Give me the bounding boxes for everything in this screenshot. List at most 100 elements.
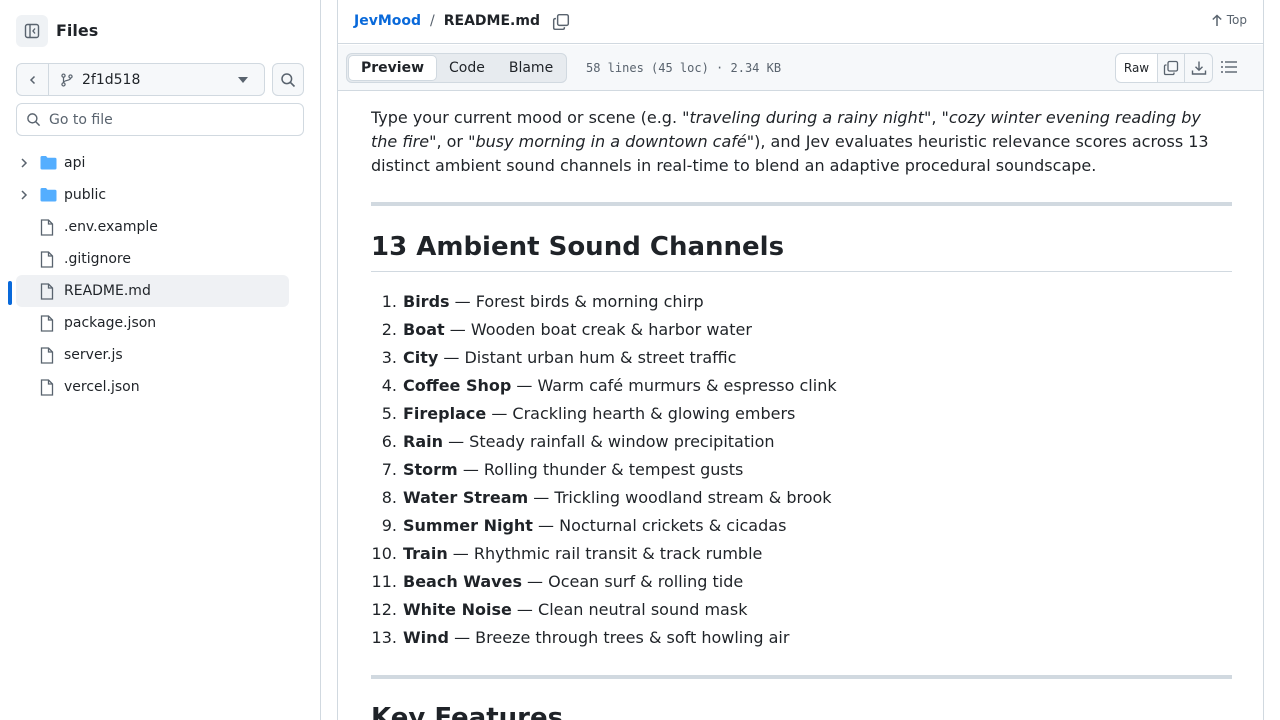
file-viewer: JevMood / README.md Top Preview Code Bla… bbox=[337, 0, 1264, 720]
channels-heading: 13 Ambient Sound Channels bbox=[371, 230, 1232, 272]
tree-item-label: .gitignore bbox=[64, 251, 131, 267]
breadcrumb-repo-link[interactable]: JevMood bbox=[354, 13, 421, 29]
back-button[interactable] bbox=[17, 64, 49, 95]
channel-item: 3. City — Distant urban hum & street traf… bbox=[371, 344, 1232, 372]
copy-raw-button[interactable] bbox=[1158, 54, 1185, 82]
top-label: Top bbox=[1226, 13, 1247, 27]
channel-number: 10. bbox=[371, 544, 397, 563]
copy-path-icon[interactable] bbox=[552, 13, 570, 31]
channel-description: — Nocturnal crickets & cicadas bbox=[532, 516, 787, 535]
chevron-right-icon[interactable] bbox=[20, 157, 28, 169]
channel-description: — Clean neutral sound mask bbox=[511, 600, 748, 619]
tree-item-package-json[interactable]: package.json bbox=[16, 307, 304, 339]
view-mode-tabs: Preview Code Blame bbox=[346, 53, 568, 83]
channel-name: Birds bbox=[403, 292, 450, 311]
channel-item: 2. Boat — Wooden boat creak & harbor wate… bbox=[371, 316, 1232, 344]
channel-item: 10. Train — Rhythmic rail transit & track… bbox=[371, 540, 1232, 568]
channel-number: 8. bbox=[381, 488, 397, 507]
channel-description: — Wooden boat creak & harbor water bbox=[444, 320, 752, 339]
tree-item-label: api bbox=[64, 155, 86, 171]
tab-preview[interactable]: Preview bbox=[348, 55, 438, 81]
channel-number: 4. bbox=[381, 376, 397, 395]
channel-description: — Forest birds & morning chirp bbox=[449, 292, 704, 311]
channel-name: Beach Waves bbox=[403, 572, 522, 591]
tab-code[interactable]: Code bbox=[437, 55, 497, 81]
tree-item-gitignore[interactable]: .gitignore bbox=[16, 243, 304, 275]
copy-icon bbox=[1163, 60, 1179, 76]
tree-item-server-js[interactable]: server.js bbox=[16, 339, 304, 371]
file-toolbar: Preview Code Blame 58 lines (45 loc) · 2… bbox=[338, 45, 1263, 91]
chevron-left-icon bbox=[29, 75, 35, 84]
channel-name: Rain bbox=[403, 432, 443, 451]
caret-down-icon bbox=[238, 77, 248, 83]
channel-list: 1. Birds — Forest birds & morning chirp 2.… bbox=[371, 288, 1232, 652]
channel-number: 13. bbox=[371, 628, 397, 647]
channel-item: 8. Water Stream — Trickling woodland stre… bbox=[371, 484, 1232, 512]
tree-item-label: server.js bbox=[64, 347, 123, 363]
breadcrumb: JevMood / README.md bbox=[354, 13, 540, 29]
tab-blame[interactable]: Blame bbox=[497, 55, 565, 81]
channel-number: 5. bbox=[381, 404, 397, 423]
collapse-sidebar-button[interactable] bbox=[16, 15, 48, 47]
readme-content: Type your current mood or scene (e.g. "t… bbox=[371, 91, 1232, 720]
channel-item: 13. Wind — Breeze through trees & soft ho… bbox=[371, 624, 1232, 652]
divider bbox=[371, 202, 1232, 206]
git-branch-icon bbox=[61, 72, 73, 87]
tree-item-label: vercel.json bbox=[64, 379, 140, 395]
tree-item-public[interactable]: public bbox=[16, 179, 304, 211]
channel-description: — Trickling woodland stream & brook bbox=[528, 488, 832, 507]
go-to-file-input[interactable] bbox=[49, 111, 289, 128]
folder-icon bbox=[40, 188, 57, 202]
channel-name: Boat bbox=[403, 320, 445, 339]
go-to-file-field[interactable] bbox=[16, 103, 304, 136]
tree-item-label: public bbox=[64, 187, 107, 203]
tree-item-api[interactable]: api bbox=[16, 147, 304, 179]
channel-item: 1. Birds — Forest birds & morning chirp bbox=[371, 288, 1232, 316]
chevron-right-icon[interactable] bbox=[20, 189, 28, 201]
selected-indicator bbox=[8, 281, 12, 305]
features-heading: Key Features bbox=[371, 703, 564, 720]
file-icon bbox=[40, 283, 54, 300]
arrow-up-icon bbox=[1212, 13, 1222, 26]
tree-item-vercel-json[interactable]: vercel.json bbox=[16, 371, 304, 403]
divider bbox=[371, 675, 1232, 679]
download-icon bbox=[1191, 61, 1206, 75]
file-actions: Raw bbox=[1115, 53, 1213, 83]
download-button[interactable] bbox=[1185, 54, 1212, 82]
file-tree-sidebar: Files 2f1d518 api public .env.exa bbox=[0, 0, 321, 720]
channel-item: 12. White Noise — Clean neutral sound mas… bbox=[371, 596, 1232, 624]
tree-item-env-example[interactable]: .env.example bbox=[16, 211, 304, 243]
branch-name: 2f1d518 bbox=[82, 71, 141, 88]
channel-name: Coffee Shop bbox=[403, 376, 512, 395]
channel-number: 6. bbox=[381, 432, 397, 451]
sidebar-collapse-icon bbox=[24, 23, 40, 39]
back-to-top-link[interactable]: Top bbox=[1211, 13, 1247, 27]
channel-description: — Rhythmic rail transit & track rumble bbox=[447, 544, 763, 563]
search-icon bbox=[27, 113, 41, 127]
search-button[interactable] bbox=[272, 63, 304, 96]
channel-number: 1. bbox=[381, 292, 397, 311]
tree-item-readme[interactable]: README.md bbox=[16, 275, 289, 307]
channel-number: 11. bbox=[371, 572, 397, 591]
channel-name: Wind bbox=[403, 628, 449, 647]
channel-name: Train bbox=[403, 544, 448, 563]
channel-name: White Noise bbox=[403, 600, 512, 619]
raw-button[interactable]: Raw bbox=[1116, 54, 1158, 82]
breadcrumb-separator: / bbox=[430, 13, 435, 29]
file-icon bbox=[40, 219, 54, 236]
channel-item: 5. Fireplace — Crackling hearth & glowing… bbox=[371, 400, 1232, 428]
outline-list-icon[interactable] bbox=[1220, 59, 1238, 75]
channel-description: — Ocean surf & rolling tide bbox=[521, 572, 744, 591]
intro-paragraph: Type your current mood or scene (e.g. "t… bbox=[371, 108, 1209, 175]
tree-item-label: package.json bbox=[64, 315, 157, 331]
sidebar-title: Files bbox=[56, 21, 99, 40]
file-tree: api public .env.example .gitignore READM… bbox=[16, 147, 304, 403]
example-1: "traveling during a rainy night" bbox=[682, 108, 932, 127]
channel-number: 7. bbox=[381, 460, 397, 479]
channel-item: 4. Coffee Shop — Warm café murmurs & espr… bbox=[371, 372, 1232, 400]
branch-dropdown[interactable]: 2f1d518 bbox=[49, 64, 264, 95]
branch-selector: 2f1d518 bbox=[16, 63, 265, 96]
channel-name: Water Stream bbox=[403, 488, 529, 507]
file-info: 58 lines (45 loc) · 2.34 KB bbox=[586, 61, 782, 75]
channel-description: — Steady rainfall & window precipitation bbox=[443, 432, 775, 451]
